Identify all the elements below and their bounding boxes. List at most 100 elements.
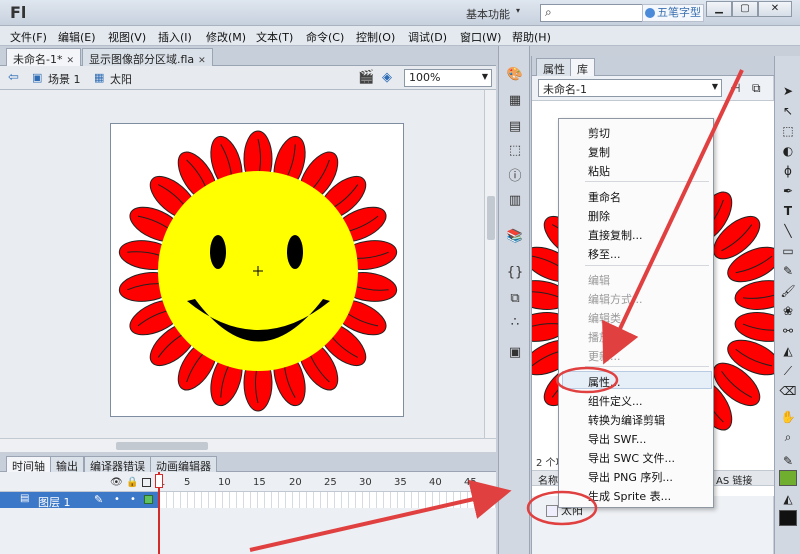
stage[interactable] xyxy=(0,90,484,438)
lock-icon[interactable]: 🔒 xyxy=(126,477,138,488)
outline-icon[interactable] xyxy=(142,478,151,487)
scene-panel-icon[interactable]: ▥ xyxy=(506,192,524,210)
menu-item-export-swf[interactable]: 导出 SWF... xyxy=(588,431,646,447)
tab-output[interactable]: 输出 xyxy=(50,456,84,473)
menu-modify[interactable]: 修改(M) xyxy=(206,29,246,45)
menu-item-export-swc[interactable]: 导出 SWC 文件... xyxy=(588,450,675,466)
menu-window[interactable]: 窗口(W) xyxy=(460,29,501,45)
tab-library[interactable]: 库 xyxy=(570,58,595,76)
tab-timeline[interactable]: 时间轴 xyxy=(6,456,51,473)
transform-icon[interactable]: ⬚ xyxy=(506,142,524,160)
breadcrumb-symbol[interactable]: 太阳 xyxy=(110,71,132,87)
selection-tool-icon[interactable]: ➤ xyxy=(779,82,797,100)
library-document-select[interactable]: 未命名-1 ▼ xyxy=(538,79,722,97)
menu-item-rename[interactable]: 重命名 xyxy=(588,189,621,205)
paint-bucket-icon[interactable]: ◭ xyxy=(779,342,797,360)
stroke-color-swatch[interactable] xyxy=(779,470,797,486)
menu-text[interactable]: 文本(T) xyxy=(256,29,293,45)
menu-file[interactable]: 文件(F) xyxy=(10,29,47,45)
tab-properties[interactable]: 属性 xyxy=(536,58,572,76)
text-tool-icon[interactable]: T xyxy=(779,202,797,220)
stage-vertical-scrollbar[interactable] xyxy=(484,90,496,438)
lasso-icon[interactable]: ϕ xyxy=(779,162,797,180)
stage-horizontal-scrollbar[interactable] xyxy=(0,438,496,452)
visible-dot-icon[interactable]: • xyxy=(114,494,120,505)
zoom-select[interactable]: 100% ▼ xyxy=(404,69,492,87)
menu-help[interactable]: 帮助(H) xyxy=(512,29,551,45)
pencil-tool-icon[interactable]: ✎ xyxy=(779,262,797,280)
pen-tool-icon[interactable]: ✒ xyxy=(779,182,797,200)
sun-symbol[interactable] xyxy=(111,124,405,418)
outline-color-icon[interactable] xyxy=(144,495,153,504)
tab-compiler-errors[interactable]: 编译器错误 xyxy=(84,456,151,473)
bone-tool-icon[interactable]: ⚯ xyxy=(779,322,797,340)
close-icon[interactable]: ✕ xyxy=(198,56,206,66)
workspace-switcher[interactable]: 基本功能 xyxy=(466,6,510,22)
lock-dot-icon[interactable]: • xyxy=(130,494,136,505)
hand-tool-icon[interactable]: ✋ xyxy=(779,408,797,426)
scroll-thumb[interactable] xyxy=(116,442,208,450)
info-icon[interactable]: ⓘ xyxy=(506,168,524,186)
menu-view[interactable]: 视图(V) xyxy=(108,29,146,45)
menu-item-delete[interactable]: 删除 xyxy=(588,208,610,224)
menu-item-component-definition[interactable]: 组件定义... xyxy=(588,393,643,409)
maximize-button[interactable]: ▢ xyxy=(732,1,758,17)
menu-item-export-png-sequence[interactable]: 导出 PNG 序列... xyxy=(588,469,673,485)
eraser-icon[interactable]: ⌫ xyxy=(779,382,797,400)
scroll-thumb[interactable] xyxy=(487,196,495,240)
pin-icon[interactable]: ⊣ xyxy=(730,81,740,95)
breadcrumb-scene[interactable]: 场景 1 xyxy=(48,71,81,87)
layer-name-cell[interactable]: ▤ 图层 1 ✎ • • xyxy=(0,492,158,509)
fill-color-swatch[interactable] xyxy=(779,510,797,526)
fill-color-icon[interactable]: ◭ xyxy=(779,490,797,508)
menu-debug[interactable]: 调试(D) xyxy=(408,29,447,45)
layer-frames[interactable] xyxy=(160,492,496,508)
motion-presets-icon[interactable]: ∴ xyxy=(506,314,524,332)
menu-commands[interactable]: 命令(C) xyxy=(306,29,344,45)
column-as-linkage[interactable]: AS 链接 xyxy=(716,472,752,487)
tab-motion-editor[interactable]: 动画编辑器 xyxy=(150,456,217,473)
eye-icon[interactable]: 👁 xyxy=(110,477,123,488)
brush-tool-icon[interactable]: 🖌 xyxy=(779,282,797,300)
playhead-handle[interactable] xyxy=(155,474,163,488)
menu-item-paste[interactable]: 粘贴 xyxy=(588,163,610,179)
new-library-icon[interactable]: ⧉ xyxy=(752,81,761,96)
tab-partial-area-fla[interactable]: 显示图像部分区域.fla ✕ xyxy=(82,48,213,66)
free-transform-icon[interactable]: ⬚ xyxy=(779,122,797,140)
tab-untitled-1[interactable]: 未命名-1* ✕ xyxy=(6,48,82,66)
column-name[interactable]: 名称 xyxy=(538,472,558,487)
library-icon[interactable]: 📚 xyxy=(506,228,524,246)
minimize-button[interactable]: ▁ xyxy=(706,1,732,17)
line-tool-icon[interactable]: ╲ xyxy=(779,222,797,240)
menu-item-convert-compiled-clip[interactable]: 转换为编译剪辑 xyxy=(588,412,665,428)
zoom-tool-icon[interactable]: ⌕ xyxy=(779,428,797,446)
menu-edit[interactable]: 编辑(E) xyxy=(58,29,96,45)
close-icon[interactable]: ✕ xyxy=(66,56,74,66)
edit-symbol-icon[interactable]: ◈ xyxy=(382,70,392,85)
layer-row[interactable]: ▤ 图层 1 ✎ • • xyxy=(0,492,496,509)
code-snippets-icon[interactable]: {} xyxy=(506,264,524,282)
stage-canvas[interactable] xyxy=(110,123,404,417)
history-icon[interactable]: ▣ xyxy=(506,344,524,362)
deco-tool-icon[interactable]: ❀ xyxy=(779,302,797,320)
close-button[interactable]: ✕ xyxy=(758,1,792,17)
menu-item-copy[interactable]: 复制 xyxy=(588,144,610,160)
rectangle-tool-icon[interactable]: ▭ xyxy=(779,242,797,260)
stroke-color-icon[interactable]: ✎ xyxy=(779,452,797,470)
menu-item-move-to[interactable]: 移至... xyxy=(588,246,621,262)
back-arrow-icon[interactable]: ⇦ xyxy=(8,70,19,85)
components-icon[interactable]: ⧉ xyxy=(506,290,524,308)
menu-insert[interactable]: 插入(I) xyxy=(158,29,192,45)
menu-item-duplicate[interactable]: 直接复制... xyxy=(588,227,643,243)
menu-item-properties[interactable]: 属性... xyxy=(588,374,621,390)
align-icon[interactable]: ▤ xyxy=(506,118,524,136)
color-panel-icon[interactable]: 🎨 xyxy=(506,66,524,84)
3d-rotation-icon[interactable]: ◐ xyxy=(779,142,797,160)
swatches-icon[interactable]: ▦ xyxy=(506,92,524,110)
chevron-down-icon[interactable]: ▾ xyxy=(516,6,520,15)
subselection-tool-icon[interactable]: ↖ xyxy=(779,102,797,120)
menu-item-generate-sprite-sheet[interactable]: 生成 Sprite 表... xyxy=(588,488,671,504)
menu-item-cut[interactable]: 剪切 xyxy=(588,125,610,141)
menu-control[interactable]: 控制(O) xyxy=(356,29,395,45)
eyedropper-icon[interactable]: ⟋ xyxy=(779,362,797,380)
